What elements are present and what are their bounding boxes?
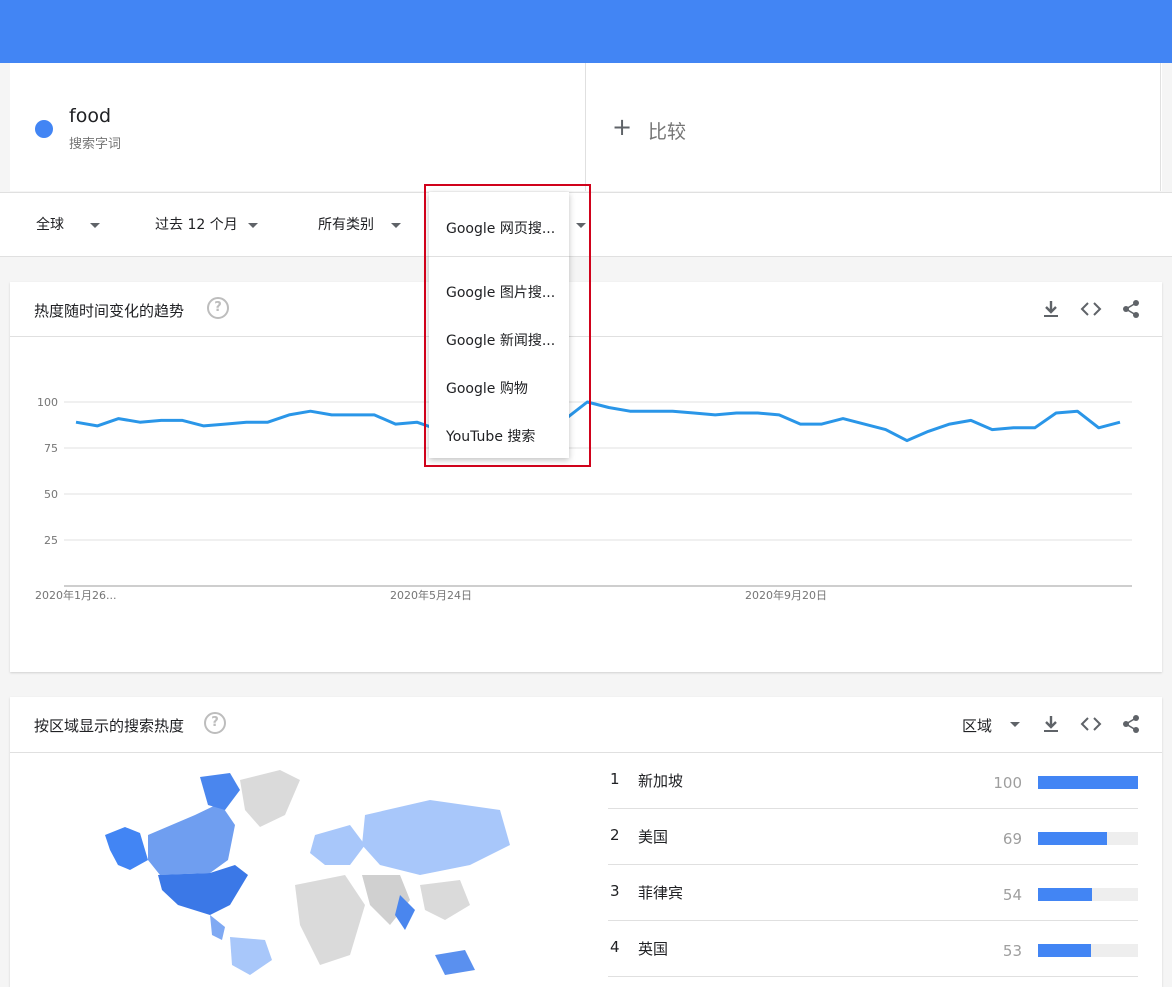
time-filter-label: 过去 12 个月 bbox=[155, 217, 238, 233]
region-value: 53 bbox=[1002, 942, 1022, 960]
term-name: food bbox=[69, 105, 111, 127]
region-name[interactable]: 菲律宾 bbox=[638, 882, 683, 903]
term-type-label: 搜索字词 bbox=[69, 137, 122, 152]
chevron-down-icon[interactable] bbox=[1010, 722, 1020, 727]
term-color-dot bbox=[35, 120, 53, 138]
embed-code-icon[interactable] bbox=[1080, 714, 1102, 736]
download-icon[interactable] bbox=[1040, 714, 1062, 736]
region-value: 69 bbox=[1002, 830, 1022, 848]
highlight-box bbox=[424, 184, 591, 467]
region-name[interactable]: 美国 bbox=[638, 826, 668, 847]
top-header-bar bbox=[0, 0, 1172, 63]
region-rank: 3 bbox=[610, 882, 620, 900]
compare-button[interactable]: 比较 bbox=[648, 117, 686, 144]
region-bar bbox=[1038, 888, 1092, 901]
region-bar bbox=[1038, 832, 1107, 845]
chevron-down-icon[interactable] bbox=[391, 223, 401, 228]
share-icon[interactable] bbox=[1120, 714, 1142, 736]
region-rank: 4 bbox=[610, 938, 620, 956]
region-bar-track bbox=[1038, 944, 1138, 957]
region-bar-track bbox=[1038, 776, 1138, 789]
y-tick-label: 100 bbox=[37, 396, 58, 409]
chevron-down-icon[interactable] bbox=[248, 223, 258, 228]
search-term-food[interactable]: food 搜索字词 bbox=[10, 63, 586, 191]
add-icon[interactable]: + bbox=[612, 115, 632, 139]
world-map[interactable] bbox=[100, 765, 520, 975]
region-bar-track bbox=[1038, 832, 1138, 845]
card-title: 按区域显示的搜索热度 bbox=[34, 717, 185, 735]
region-row[interactable]: 1 新加坡 100 bbox=[608, 752, 1138, 809]
region-name[interactable]: 英国 bbox=[638, 938, 668, 959]
region-filter-label: 全球 bbox=[36, 217, 64, 233]
chevron-down-icon[interactable] bbox=[90, 223, 100, 228]
y-tick-label: 75 bbox=[44, 442, 58, 455]
region-row[interactable]: 3 菲律宾 54 bbox=[608, 864, 1138, 921]
region-filter-dropdown[interactable]: 全球 bbox=[36, 215, 64, 235]
region-name[interactable]: 新加坡 bbox=[638, 770, 683, 791]
x-tick-label: 2020年5月24日 bbox=[390, 588, 472, 602]
x-tick-label: 2020年9月20日 bbox=[745, 588, 827, 602]
interest-by-region-card: 按区域显示的搜索热度 ? 区域 1 新加坡 100 2 美国 69 3 菲律宾 54 4 英国 53 bbox=[10, 697, 1162, 987]
resolution-dropdown[interactable]: 区域 bbox=[962, 715, 992, 736]
region-bar bbox=[1038, 944, 1091, 957]
card-border bbox=[1160, 63, 1161, 191]
search-term-card: food 搜索字词 + 比较 bbox=[10, 63, 1162, 191]
region-bar-track bbox=[1038, 888, 1138, 901]
region-rank: 1 bbox=[610, 770, 620, 788]
category-filter-dropdown[interactable]: 所有类别 bbox=[318, 215, 374, 235]
region-row[interactable]: 4 英国 53 bbox=[608, 920, 1138, 977]
category-filter-label: 所有类别 bbox=[318, 217, 374, 233]
help-icon[interactable]: ? bbox=[204, 712, 226, 734]
region-value: 100 bbox=[993, 774, 1022, 792]
region-row[interactable]: 2 美国 69 bbox=[608, 808, 1138, 865]
y-tick-label: 25 bbox=[44, 534, 58, 547]
series-line-food[interactable] bbox=[75, 400, 1121, 443]
region-value: 54 bbox=[1002, 886, 1022, 904]
time-filter-dropdown[interactable]: 过去 12 个月 bbox=[155, 215, 238, 235]
y-tick-label: 50 bbox=[44, 488, 58, 501]
region-bar bbox=[1038, 776, 1138, 789]
region-rank: 2 bbox=[610, 826, 620, 844]
x-tick-label: 2020年1月26... bbox=[35, 588, 116, 602]
